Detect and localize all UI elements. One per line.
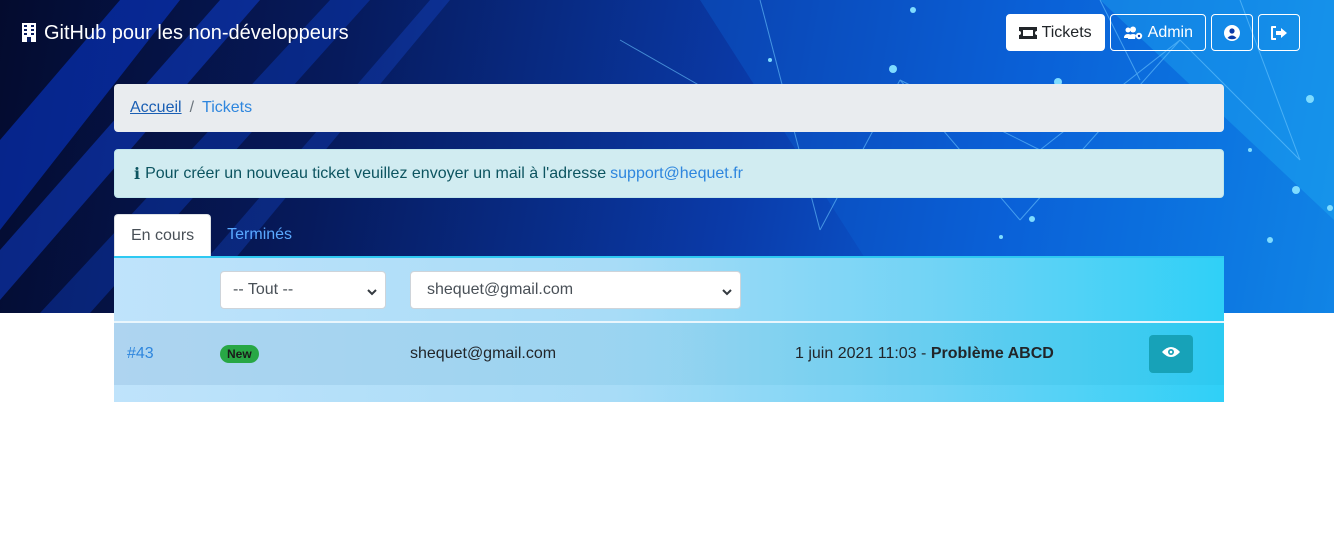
ticket-date: 1 juin 2021 11:03 [795, 345, 917, 362]
brand-text: GitHub pour les non-développeurs [44, 22, 349, 44]
tab-termines[interactable]: Terminés [211, 214, 308, 256]
navbar-actions: Tickets Admin [1005, 14, 1300, 51]
ticket-email: shequet@gmail.com [410, 345, 557, 362]
alert-text: Pour créer un nouveau ticket veuillez en… [145, 164, 607, 182]
status-filter-select[interactable]: -- Tout -- [220, 271, 386, 309]
user-circle-icon [1224, 24, 1240, 41]
status-filter-value: -- Tout -- [233, 281, 294, 298]
tickets-nav-label: Tickets [1041, 23, 1092, 41]
logout-button[interactable] [1258, 14, 1300, 51]
breadcrumb-separator: / [189, 99, 195, 116]
chevron-down-icon [722, 284, 732, 302]
profile-button[interactable] [1211, 14, 1253, 51]
view-ticket-button[interactable] [1149, 335, 1193, 373]
breadcrumb-current: Tickets [202, 99, 253, 116]
email-filter-value: shequet@gmail.com [427, 281, 574, 298]
ticket-tabs: En cours Terminés [114, 214, 308, 256]
status-badge: New [220, 345, 259, 363]
sign-out-icon [1271, 25, 1287, 40]
tickets-table: -- Tout -- shequet@gmail.com #43 New she… [114, 256, 1224, 402]
ticket-subject: Problème ABCD [930, 345, 1054, 362]
ticket-id-link[interactable]: #43 [127, 345, 154, 363]
tickets-nav-button[interactable]: Tickets [1005, 14, 1105, 51]
building-icon [22, 23, 38, 43]
chevron-down-icon [367, 284, 377, 302]
admin-nav-button[interactable]: Admin [1109, 14, 1206, 51]
filter-row: -- Tout -- shequet@gmail.com [114, 256, 1224, 322]
admin-nav-label: Admin [1147, 23, 1193, 41]
breadcrumb-home-link[interactable]: Accueil [130, 99, 182, 117]
email-filter-select[interactable]: shequet@gmail.com [410, 271, 741, 309]
info-icon: i [134, 164, 141, 183]
brand[interactable]: GitHub pour les non-développeurs [22, 20, 349, 46]
info-alert: i Pour créer un nouveau ticket veuillez … [114, 149, 1224, 198]
breadcrumb: Accueil / Tickets [114, 84, 1224, 132]
table-row: #43 New shequet@gmail.com 1 juin 2021 11… [114, 323, 1224, 385]
ticket-separator: - [916, 345, 931, 362]
ticket-icon [1018, 26, 1037, 39]
support-email-link[interactable]: support@hequet.fr [610, 165, 743, 183]
eye-icon [1162, 345, 1180, 363]
tab-en-cours[interactable]: En cours [114, 214, 212, 256]
users-cog-icon [1123, 26, 1143, 40]
